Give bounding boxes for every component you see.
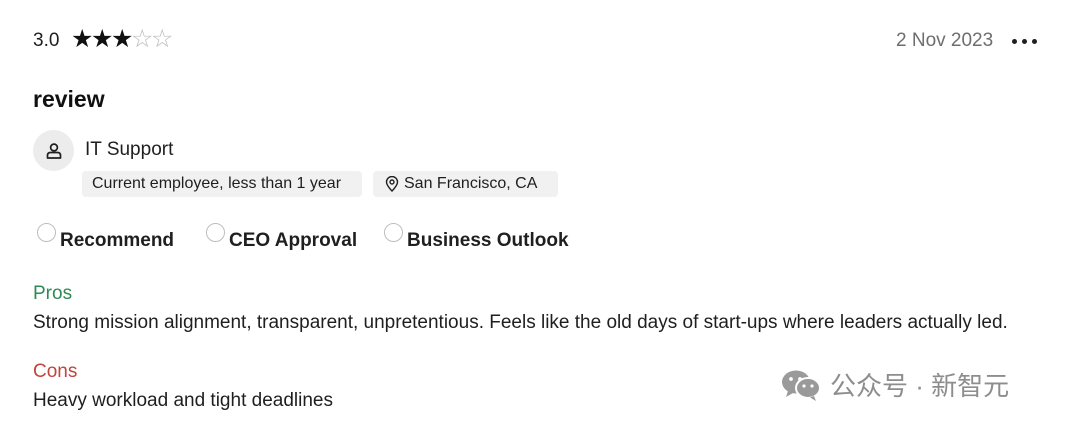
business-outlook-indicator: Business Outlook [384,223,569,252]
cons-text: Heavy workload and tight deadlines [33,390,333,411]
star-icon: ☆ [131,25,154,53]
avatar [33,130,74,171]
wechat-icon [782,370,821,401]
rating-value: 3.0 [33,30,60,51]
pros-text: Strong mission alignment, transparent, u… [33,312,1008,333]
star-icon: ☆ [151,25,174,53]
review-date: 2 Nov 2023 [896,30,994,51]
neutral-circle-icon [384,223,403,242]
employment-status-tag: Current employee, less than 1 year [82,171,362,197]
person-icon [46,142,61,159]
ceo-approval-indicator: CEO Approval [206,223,358,252]
neutral-circle-icon [37,223,56,242]
star-rating: ★ ★ ★ ☆ ☆ [71,25,174,53]
watermark-text: 公众号 · 新智元 [830,371,1010,401]
ceo-approval-label: CEO Approval [229,230,358,251]
star-icon: ★ [111,25,134,53]
recommend-indicator: Recommend [37,223,175,252]
location-label: San Francisco, CA [404,175,538,192]
job-title: IT Support [85,139,174,160]
location-pin-icon [385,176,399,192]
business-outlook-label: Business Outlook [407,230,569,251]
location-tag: San Francisco, CA [373,171,558,197]
watermark: 公众号 · 新智元 [780,366,1009,403]
review-title: review [33,86,105,112]
neutral-circle-icon [206,223,225,242]
cons-heading: Cons [33,361,78,382]
more-options-icon[interactable] [1012,30,1037,52]
recommend-label: Recommend [60,230,175,251]
star-icon: ★ [91,25,114,53]
pros-heading: Pros [33,283,73,304]
employment-status-label: Current employee, less than 1 year [92,175,342,192]
star-icon: ★ [71,25,94,53]
